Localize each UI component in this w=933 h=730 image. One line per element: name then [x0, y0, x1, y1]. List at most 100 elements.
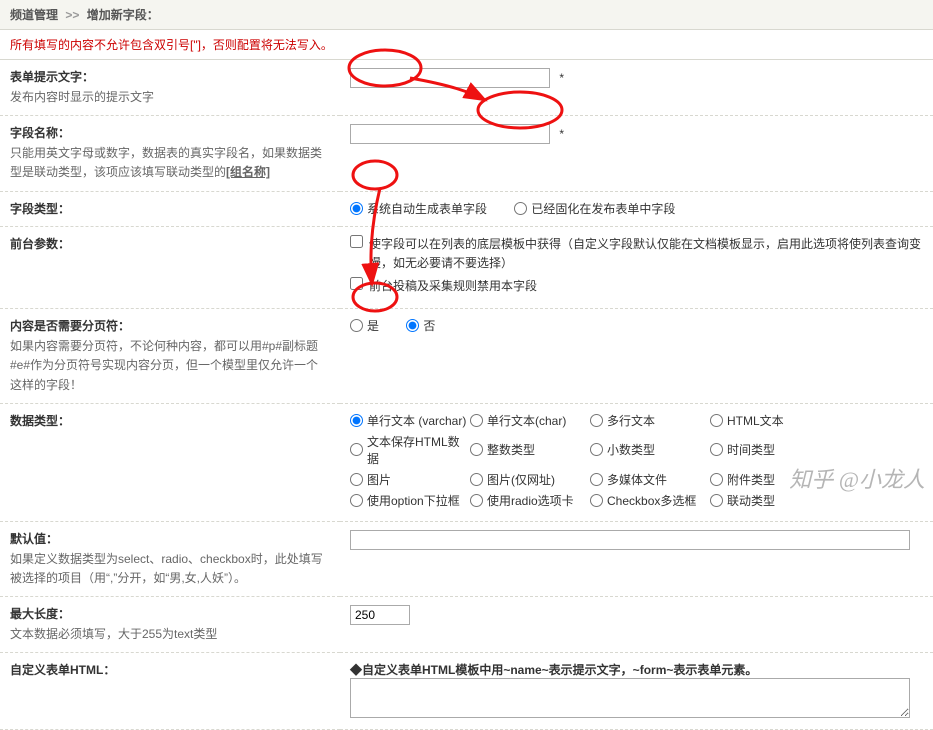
label-front-title: 前台参数：: [10, 235, 330, 252]
row-name: 字段名称： 只能用英文字母或数字，数据表的真实字段名，如果数据类型是联动类型，该…: [0, 116, 933, 191]
label-prompt-desc: 发布内容时显示的提示文字: [10, 88, 330, 107]
datatype-opt[interactable]: 文本保存HTML数据: [350, 433, 470, 467]
radio-label: 使用radio选项卡: [487, 492, 574, 509]
radio-label: 系统自动生成表单字段: [367, 200, 487, 217]
datatype-opt[interactable]: 使用option下拉框: [350, 492, 470, 509]
datatype-opt[interactable]: HTML文本: [710, 412, 830, 429]
maxlen-input[interactable]: [350, 605, 410, 625]
breadcrumb-sep: >>: [65, 8, 79, 22]
radio-label: 是: [367, 317, 379, 334]
page: 频道管理 >> 增加新字段： 所有填写的内容不允许包含双引号["]，否则配置将无…: [0, 0, 933, 730]
label-name-desc: 只能用英文字母或数字，数据表的真实字段名，如果数据类型是联动类型，该项应该填写联…: [10, 144, 330, 182]
datatype-opt[interactable]: 单行文本 (varchar): [350, 412, 470, 429]
label-pagebreak-desc: 如果内容需要分页符，不论何种内容，都可以用#p#副标题#e#作为分页符号实现内容…: [10, 337, 330, 395]
radio-label: 图片(仅网址): [487, 471, 555, 488]
datatype-grid: 单行文本 (varchar) 单行文本(char) 多行文本 HTML文本文本保存HT…: [350, 412, 923, 513]
datatype-opt[interactable]: 联动类型: [710, 492, 830, 509]
radio-label: 联动类型: [727, 492, 775, 509]
radio-datatype[interactable]: [350, 473, 363, 486]
radio-pagebreak-no[interactable]: [406, 319, 419, 332]
radio-label: Checkbox多选框: [607, 492, 696, 509]
front-cb2-row: 前台投稿及采集规则禁用本字段: [350, 277, 923, 296]
label-name-title: 字段名称：: [10, 124, 330, 141]
datatype-opt[interactable]: 单行文本(char): [470, 412, 590, 429]
checkbox-list-enable[interactable]: [350, 235, 363, 248]
checkbox-disable-front[interactable]: [350, 277, 363, 290]
label-maxlen-desc: 文本数据必须填写，大于255为text类型: [10, 625, 330, 644]
datatype-opt[interactable]: Checkbox多选框: [590, 492, 710, 509]
radio-label: 附件类型: [727, 471, 775, 488]
row-pagebreak: 内容是否需要分页符： 如果内容需要分页符，不论何种内容，都可以用#p#副标题#e…: [0, 309, 933, 404]
radio-datatype[interactable]: [590, 414, 603, 427]
row-prompt: 表单提示文字： 发布内容时显示的提示文字 *: [0, 60, 933, 116]
radio-fieldtype-fixed[interactable]: [514, 202, 527, 215]
label-customhtml-title: 自定义表单HTML：: [10, 661, 330, 678]
radio-datatype[interactable]: [470, 473, 483, 486]
radio-datatype[interactable]: [470, 443, 483, 456]
breadcrumb-root: 频道管理: [10, 8, 58, 22]
breadcrumb-current: 增加新字段：: [87, 8, 159, 22]
radio-datatype[interactable]: [710, 414, 723, 427]
radio-datatype[interactable]: [470, 414, 483, 427]
pagebreak-no[interactable]: 否: [406, 317, 435, 334]
radio-label: 小数类型: [607, 441, 655, 458]
label-maxlen-title: 最大长度：: [10, 605, 330, 622]
radio-label: 图片: [367, 471, 391, 488]
radio-label: 使用option下拉框: [367, 492, 460, 509]
radio-datatype[interactable]: [590, 443, 603, 456]
fieldtype-opt-auto[interactable]: 系统自动生成表单字段: [350, 200, 487, 217]
row-front: 前台参数： 使字段可以在列表的底层模板中获得（自定义字段默认仅能在文档模板显示，…: [0, 226, 933, 309]
breadcrumb: 频道管理 >> 增加新字段：: [0, 0, 933, 30]
front-cb1-row: 使字段可以在列表的底层模板中获得（自定义字段默认仅能在文档模板显示，启用此选项将…: [350, 235, 923, 273]
radio-datatype[interactable]: [710, 473, 723, 486]
radio-datatype[interactable]: [470, 494, 483, 507]
radio-label: 多行文本: [607, 412, 655, 429]
label-prompt-title: 表单提示文字：: [10, 68, 330, 85]
fieldtype-opt-fixed[interactable]: 已经固化在发布表单中字段: [514, 200, 675, 217]
datatype-opt[interactable]: 时间类型: [710, 433, 830, 467]
label-pagebreak-title: 内容是否需要分页符：: [10, 317, 330, 334]
radio-datatype[interactable]: [710, 494, 723, 507]
datatype-opt[interactable]: 使用radio选项卡: [470, 492, 590, 509]
datatype-opt[interactable]: 小数类型: [590, 433, 710, 467]
checkbox-label: 前台投稿及采集规则禁用本字段: [369, 277, 537, 296]
radio-label: 否: [423, 317, 435, 334]
row-customhtml: 自定义表单HTML： ◆自定义表单HTML模板中用~name~表示提示文字，~f…: [0, 653, 933, 730]
radio-label: 多媒体文件: [607, 471, 667, 488]
label-default-title: 默认值：: [10, 530, 330, 547]
datatype-opt[interactable]: 图片: [350, 471, 470, 488]
radio-label: 整数类型: [487, 441, 535, 458]
label-name-desc-b: [组名称]: [226, 165, 270, 179]
radio-datatype[interactable]: [350, 443, 363, 456]
datatype-opt[interactable]: 多媒体文件: [590, 471, 710, 488]
radio-datatype[interactable]: [710, 443, 723, 456]
form-table: 表单提示文字： 发布内容时显示的提示文字 * 字段名称： 只能用英文字母或数字，…: [0, 60, 933, 730]
row-default: 默认值： 如果定义数据类型为select、radio、checkbox时，此处填…: [0, 521, 933, 596]
radio-datatype[interactable]: [590, 494, 603, 507]
default-input[interactable]: [350, 530, 910, 550]
radio-datatype[interactable]: [350, 414, 363, 427]
required-mark: *: [559, 71, 564, 85]
pagebreak-yes[interactable]: 是: [350, 317, 379, 334]
radio-datatype[interactable]: [350, 494, 363, 507]
radio-label: 文本保存HTML数据: [367, 433, 470, 467]
label-fieldtype-title: 字段类型：: [10, 200, 330, 217]
datatype-opt[interactable]: 整数类型: [470, 433, 590, 467]
radio-label: 时间类型: [727, 441, 775, 458]
radio-fieldtype-auto[interactable]: [350, 202, 363, 215]
fieldname-input[interactable]: [350, 124, 550, 144]
datatype-opt[interactable]: 图片(仅网址): [470, 471, 590, 488]
warning-text: 所有填写的内容不允许包含双引号["]，否则配置将无法写入。: [0, 30, 933, 60]
radio-label: HTML文本: [727, 412, 784, 429]
prompt-input[interactable]: [350, 68, 550, 88]
customhtml-textarea[interactable]: [350, 678, 910, 718]
datatype-opt[interactable]: 多行文本: [590, 412, 710, 429]
radio-datatype[interactable]: [590, 473, 603, 486]
label-default-desc: 如果定义数据类型为select、radio、checkbox时，此处填写被选择的…: [10, 550, 330, 588]
datatype-opt[interactable]: 附件类型: [710, 471, 830, 488]
radio-label: 单行文本(char): [487, 412, 566, 429]
radio-pagebreak-yes[interactable]: [350, 319, 363, 332]
required-mark: *: [559, 127, 564, 141]
customhtml-intro: ◆自定义表单HTML模板中用~name~表示提示文字，~form~表示表单元素。: [350, 661, 923, 678]
label-datatype-title: 数据类型：: [10, 412, 330, 429]
